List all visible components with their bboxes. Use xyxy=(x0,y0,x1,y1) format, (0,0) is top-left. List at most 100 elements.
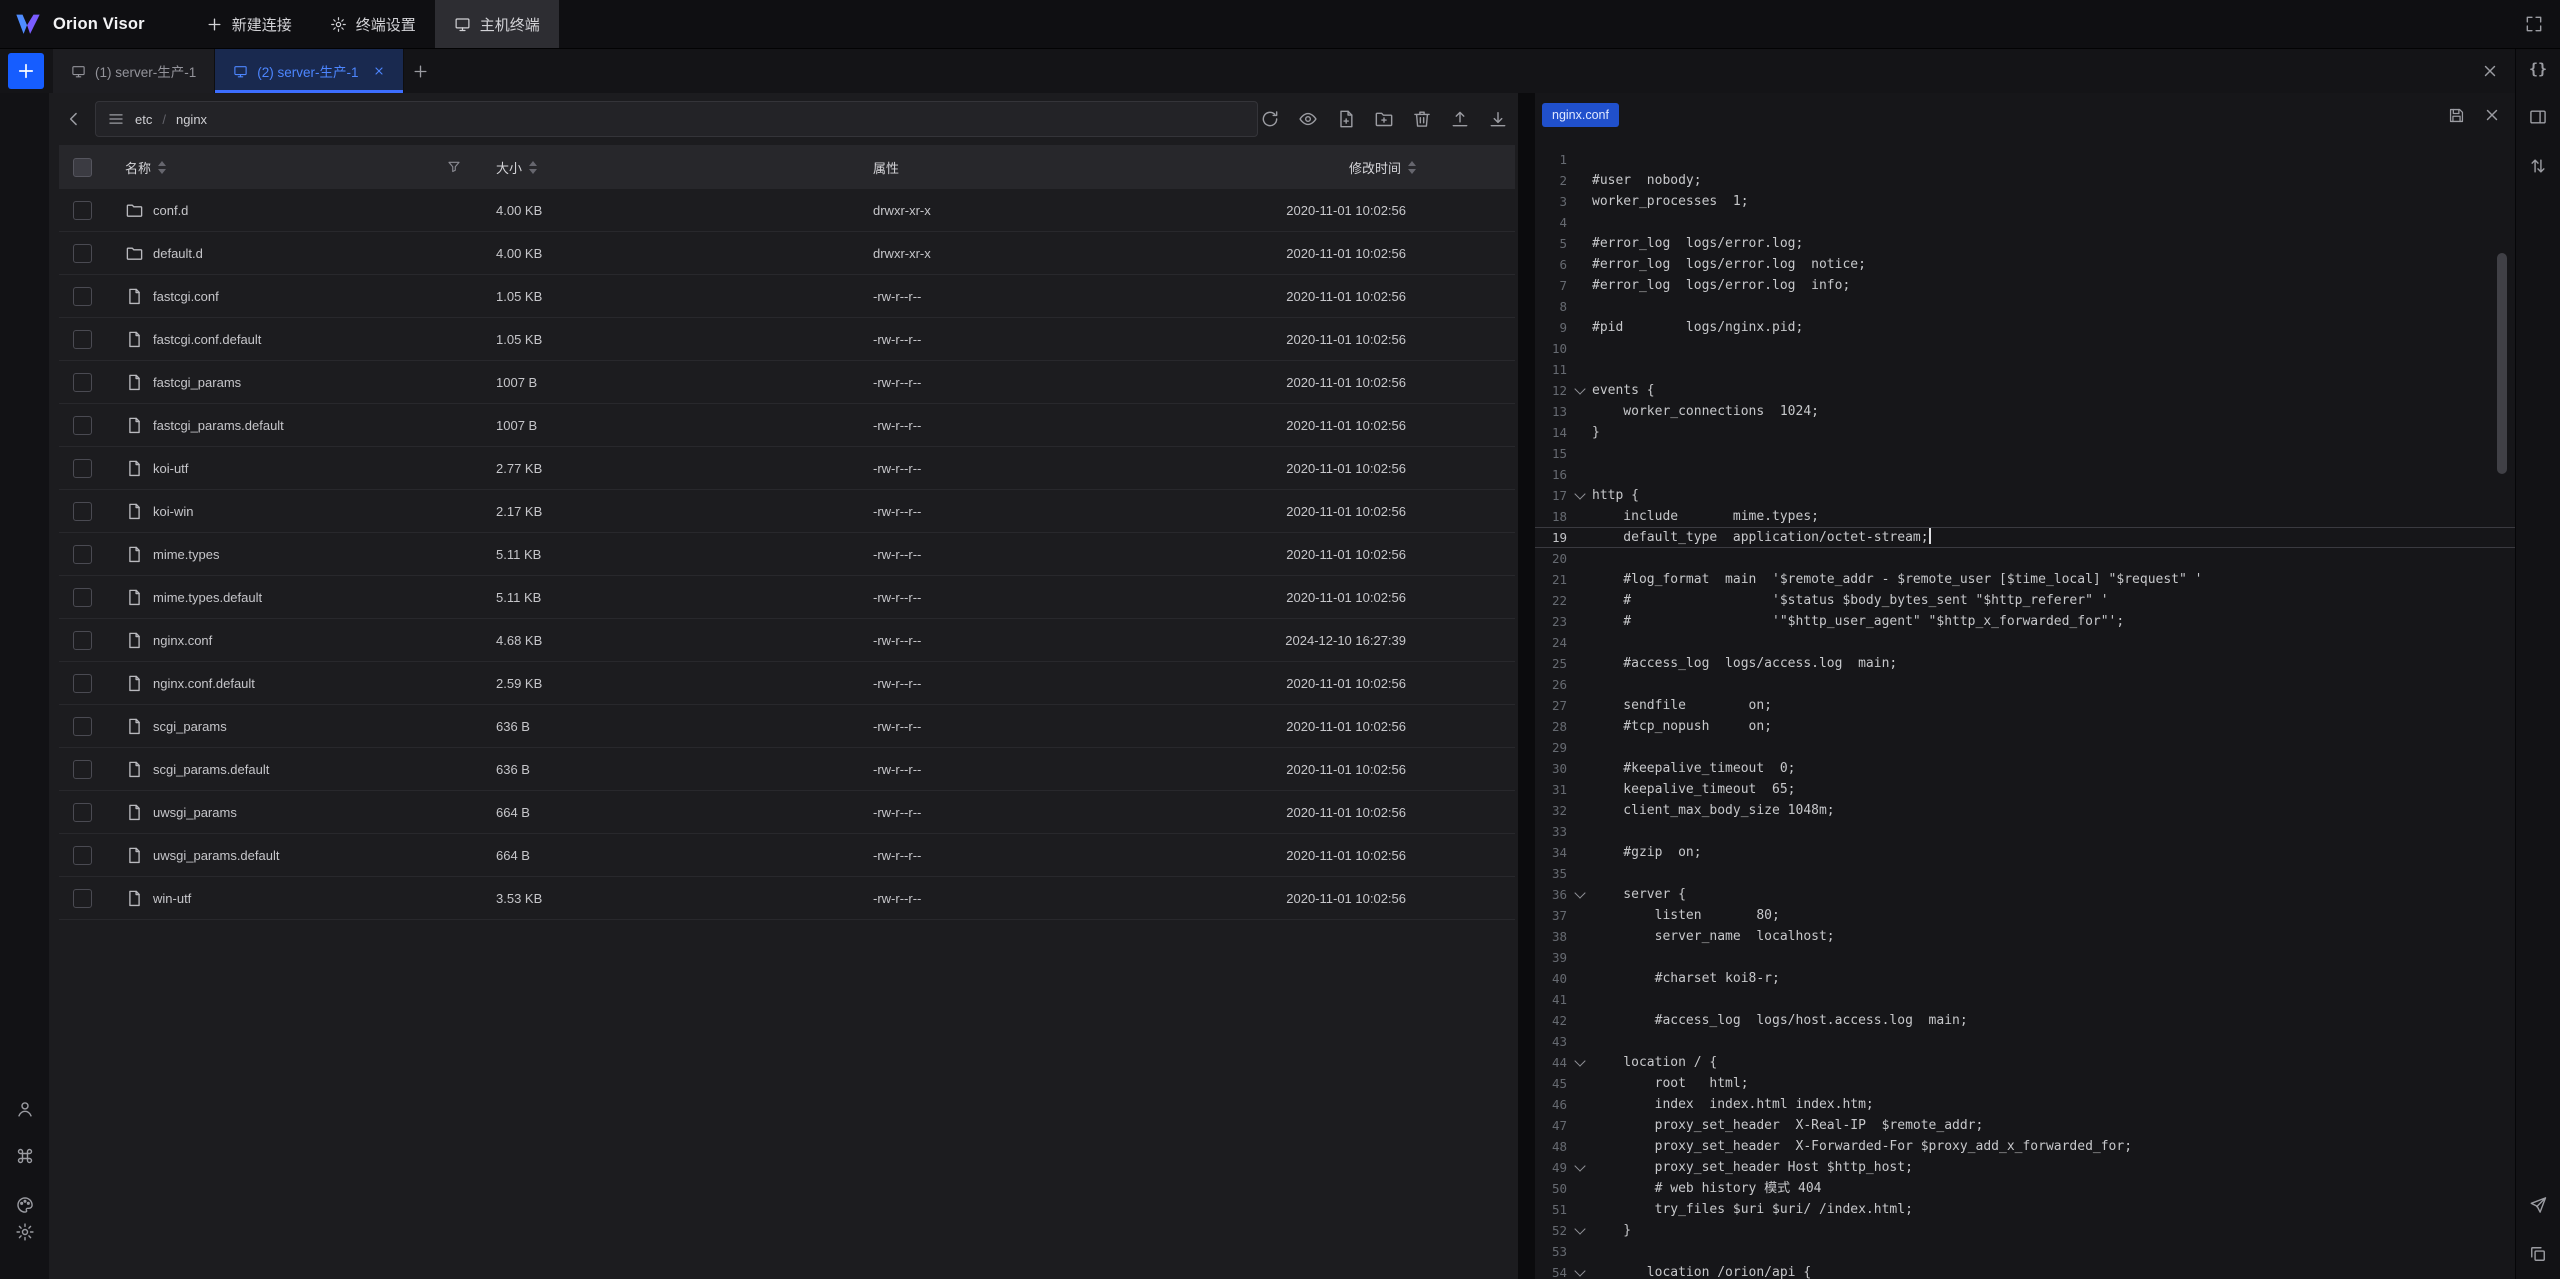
fold-chevron-icon[interactable] xyxy=(1574,383,1585,394)
nav-host-terminal[interactable]: 主机终端 xyxy=(435,0,559,48)
row-checkbox[interactable] xyxy=(73,416,92,435)
select-all-checkbox[interactable] xyxy=(73,158,92,177)
code-line-20[interactable]: 20 xyxy=(1535,548,2515,569)
file-row-fastcgi_params.default[interactable]: fastcgi_params.default1007 B-rw-r--r--20… xyxy=(59,404,1515,447)
tab-close-icon[interactable] xyxy=(373,65,385,77)
send-button[interactable] xyxy=(2528,1195,2548,1215)
row-checkbox[interactable] xyxy=(73,330,92,349)
new-tab-button[interactable] xyxy=(404,49,438,93)
breadcrumb-item-etc[interactable]: etc xyxy=(135,112,152,127)
code-editor[interactable]: 12#user nobody;3worker_processes 1;45#er… xyxy=(1535,149,2515,1279)
editor-close-button[interactable] xyxy=(2483,106,2501,124)
user-button[interactable] xyxy=(15,1099,35,1119)
file-name[interactable]: fastcgi.conf xyxy=(153,289,219,304)
download-button[interactable] xyxy=(1486,107,1510,131)
code-line-47[interactable]: 47 proxy_set_header X-Real-IP $remote_ad… xyxy=(1535,1115,2515,1136)
file-name[interactable]: koi-win xyxy=(153,504,193,519)
code-line-46[interactable]: 46 index index.html index.htm; xyxy=(1535,1094,2515,1115)
code-line-32[interactable]: 32 client_max_body_size 1048m; xyxy=(1535,800,2515,821)
file-name[interactable]: win-utf xyxy=(153,891,191,906)
file-name[interactable]: mime.types.default xyxy=(153,590,262,605)
filter-icon[interactable] xyxy=(446,159,462,175)
code-line-9[interactable]: 9#pid logs/nginx.pid; xyxy=(1535,317,2515,338)
file-name[interactable]: nginx.conf xyxy=(153,633,212,648)
refresh-button[interactable] xyxy=(1258,107,1282,131)
file-row-uwsgi_params.default[interactable]: uwsgi_params.default664 B-rw-r--r--2020-… xyxy=(59,834,1515,877)
code-line-42[interactable]: 42 #access_log logs/host.access.log main… xyxy=(1535,1010,2515,1031)
code-line-33[interactable]: 33 xyxy=(1535,821,2515,842)
code-line-27[interactable]: 27 sendfile on; xyxy=(1535,695,2515,716)
tab-server-2[interactable]: (2) server-生产-1 xyxy=(215,49,403,93)
list-icon[interactable] xyxy=(107,110,125,128)
file-row-fastcgi_params[interactable]: fastcgi_params1007 B-rw-r--r--2020-11-01… xyxy=(59,361,1515,404)
code-line-12[interactable]: 12events { xyxy=(1535,380,2515,401)
file-row-nginx.conf[interactable]: nginx.conf4.68 KB-rw-r--r--2024-12-10 16… xyxy=(59,619,1515,662)
code-line-49[interactable]: 49 proxy_set_header Host $http_host; xyxy=(1535,1157,2515,1178)
file-row-win-utf[interactable]: win-utf3.53 KB-rw-r--r--2020-11-01 10:02… xyxy=(59,877,1515,920)
file-row-conf.d[interactable]: conf.d4.00 KBdrwxr-xr-x2020-11-01 10:02:… xyxy=(59,189,1515,232)
row-checkbox[interactable] xyxy=(73,502,92,521)
nav-new-connection[interactable]: 新建连接 xyxy=(187,0,311,48)
code-line-17[interactable]: 17http { xyxy=(1535,485,2515,506)
row-checkbox[interactable] xyxy=(73,287,92,306)
file-row-uwsgi_params[interactable]: uwsgi_params664 B-rw-r--r--2020-11-01 10… xyxy=(59,791,1515,834)
file-name[interactable]: default.d xyxy=(153,246,203,261)
fullscreen-button[interactable] xyxy=(2524,14,2544,34)
file-name[interactable]: koi-utf xyxy=(153,461,188,476)
code-line-37[interactable]: 37 listen 80; xyxy=(1535,905,2515,926)
file-row-scgi_params.default[interactable]: scgi_params.default636 B-rw-r--r--2020-1… xyxy=(59,748,1515,791)
code-line-10[interactable]: 10 xyxy=(1535,338,2515,359)
new-folder-button[interactable] xyxy=(1372,107,1396,131)
code-line-5[interactable]: 5#error_log logs/error.log; xyxy=(1535,233,2515,254)
code-line-51[interactable]: 51 try_files $uri $uri/ /index.html; xyxy=(1535,1199,2515,1220)
file-row-fastcgi.conf.default[interactable]: fastcgi.conf.default1.05 KB-rw-r--r--202… xyxy=(59,318,1515,361)
code-line-16[interactable]: 16 xyxy=(1535,464,2515,485)
file-name[interactable]: scgi_params.default xyxy=(153,762,269,777)
sort-name-icon[interactable] xyxy=(158,161,166,174)
code-line-40[interactable]: 40 #charset koi8-r; xyxy=(1535,968,2515,989)
file-name[interactable]: scgi_params xyxy=(153,719,227,734)
code-line-38[interactable]: 38 server_name localhost; xyxy=(1535,926,2515,947)
theme-button[interactable] xyxy=(15,1195,35,1215)
code-line-41[interactable]: 41 xyxy=(1535,989,2515,1010)
sort-size-icon[interactable] xyxy=(529,161,537,174)
file-name[interactable]: fastcgi_params.default xyxy=(153,418,284,433)
row-checkbox[interactable] xyxy=(73,803,92,822)
code-line-21[interactable]: 21 #log_format main '$remote_addr - $rem… xyxy=(1535,569,2515,590)
layout-button[interactable] xyxy=(2528,107,2548,127)
code-line-48[interactable]: 48 proxy_set_header X-Forwarded-For $pro… xyxy=(1535,1136,2515,1157)
fold-chevron-icon[interactable] xyxy=(1574,1265,1585,1276)
file-row-mime.types[interactable]: mime.types5.11 KB-rw-r--r--2020-11-01 10… xyxy=(59,533,1515,576)
file-row-scgi_params[interactable]: scgi_params636 B-rw-r--r--2020-11-01 10:… xyxy=(59,705,1515,748)
code-line-35[interactable]: 35 xyxy=(1535,863,2515,884)
fold-chevron-icon[interactable] xyxy=(1574,887,1585,898)
code-line-45[interactable]: 45 root html; xyxy=(1535,1073,2515,1094)
code-line-54[interactable]: 54 location /orion/api { xyxy=(1535,1262,2515,1279)
close-panel-button[interactable] xyxy=(2481,49,2499,93)
file-name[interactable]: fastcgi.conf.default xyxy=(153,332,261,347)
code-line-4[interactable]: 4 xyxy=(1535,212,2515,233)
code-line-2[interactable]: 2#user nobody; xyxy=(1535,170,2515,191)
code-line-19[interactable]: 19 default_type application/octet-stream… xyxy=(1535,527,2515,548)
code-line-11[interactable]: 11 xyxy=(1535,359,2515,380)
fold-chevron-icon[interactable] xyxy=(1574,1223,1585,1234)
code-line-44[interactable]: 44 location / { xyxy=(1535,1052,2515,1073)
column-header-mtime[interactable]: 修改时间 xyxy=(1349,158,1401,177)
settings-button[interactable] xyxy=(15,1222,35,1242)
file-row-koi-utf[interactable]: koi-utf2.77 KB-rw-r--r--2020-11-01 10:02… xyxy=(59,447,1515,490)
code-line-8[interactable]: 8 xyxy=(1535,296,2515,317)
code-line-7[interactable]: 7#error_log logs/error.log info; xyxy=(1535,275,2515,296)
row-checkbox[interactable] xyxy=(73,201,92,220)
file-name[interactable]: conf.d xyxy=(153,203,188,218)
row-checkbox[interactable] xyxy=(73,588,92,607)
new-connection-button[interactable] xyxy=(8,53,44,89)
breadcrumb[interactable]: etc / nginx xyxy=(95,101,1258,137)
file-name[interactable]: nginx.conf.default xyxy=(153,676,255,691)
code-line-1[interactable]: 1 xyxy=(1535,149,2515,170)
fold-chevron-icon[interactable] xyxy=(1574,1160,1585,1171)
row-checkbox[interactable] xyxy=(73,889,92,908)
code-line-18[interactable]: 18 include mime.types; xyxy=(1535,506,2515,527)
code-line-15[interactable]: 15 xyxy=(1535,443,2515,464)
editor-scrollbar[interactable] xyxy=(2497,253,2507,474)
code-line-24[interactable]: 24 xyxy=(1535,632,2515,653)
